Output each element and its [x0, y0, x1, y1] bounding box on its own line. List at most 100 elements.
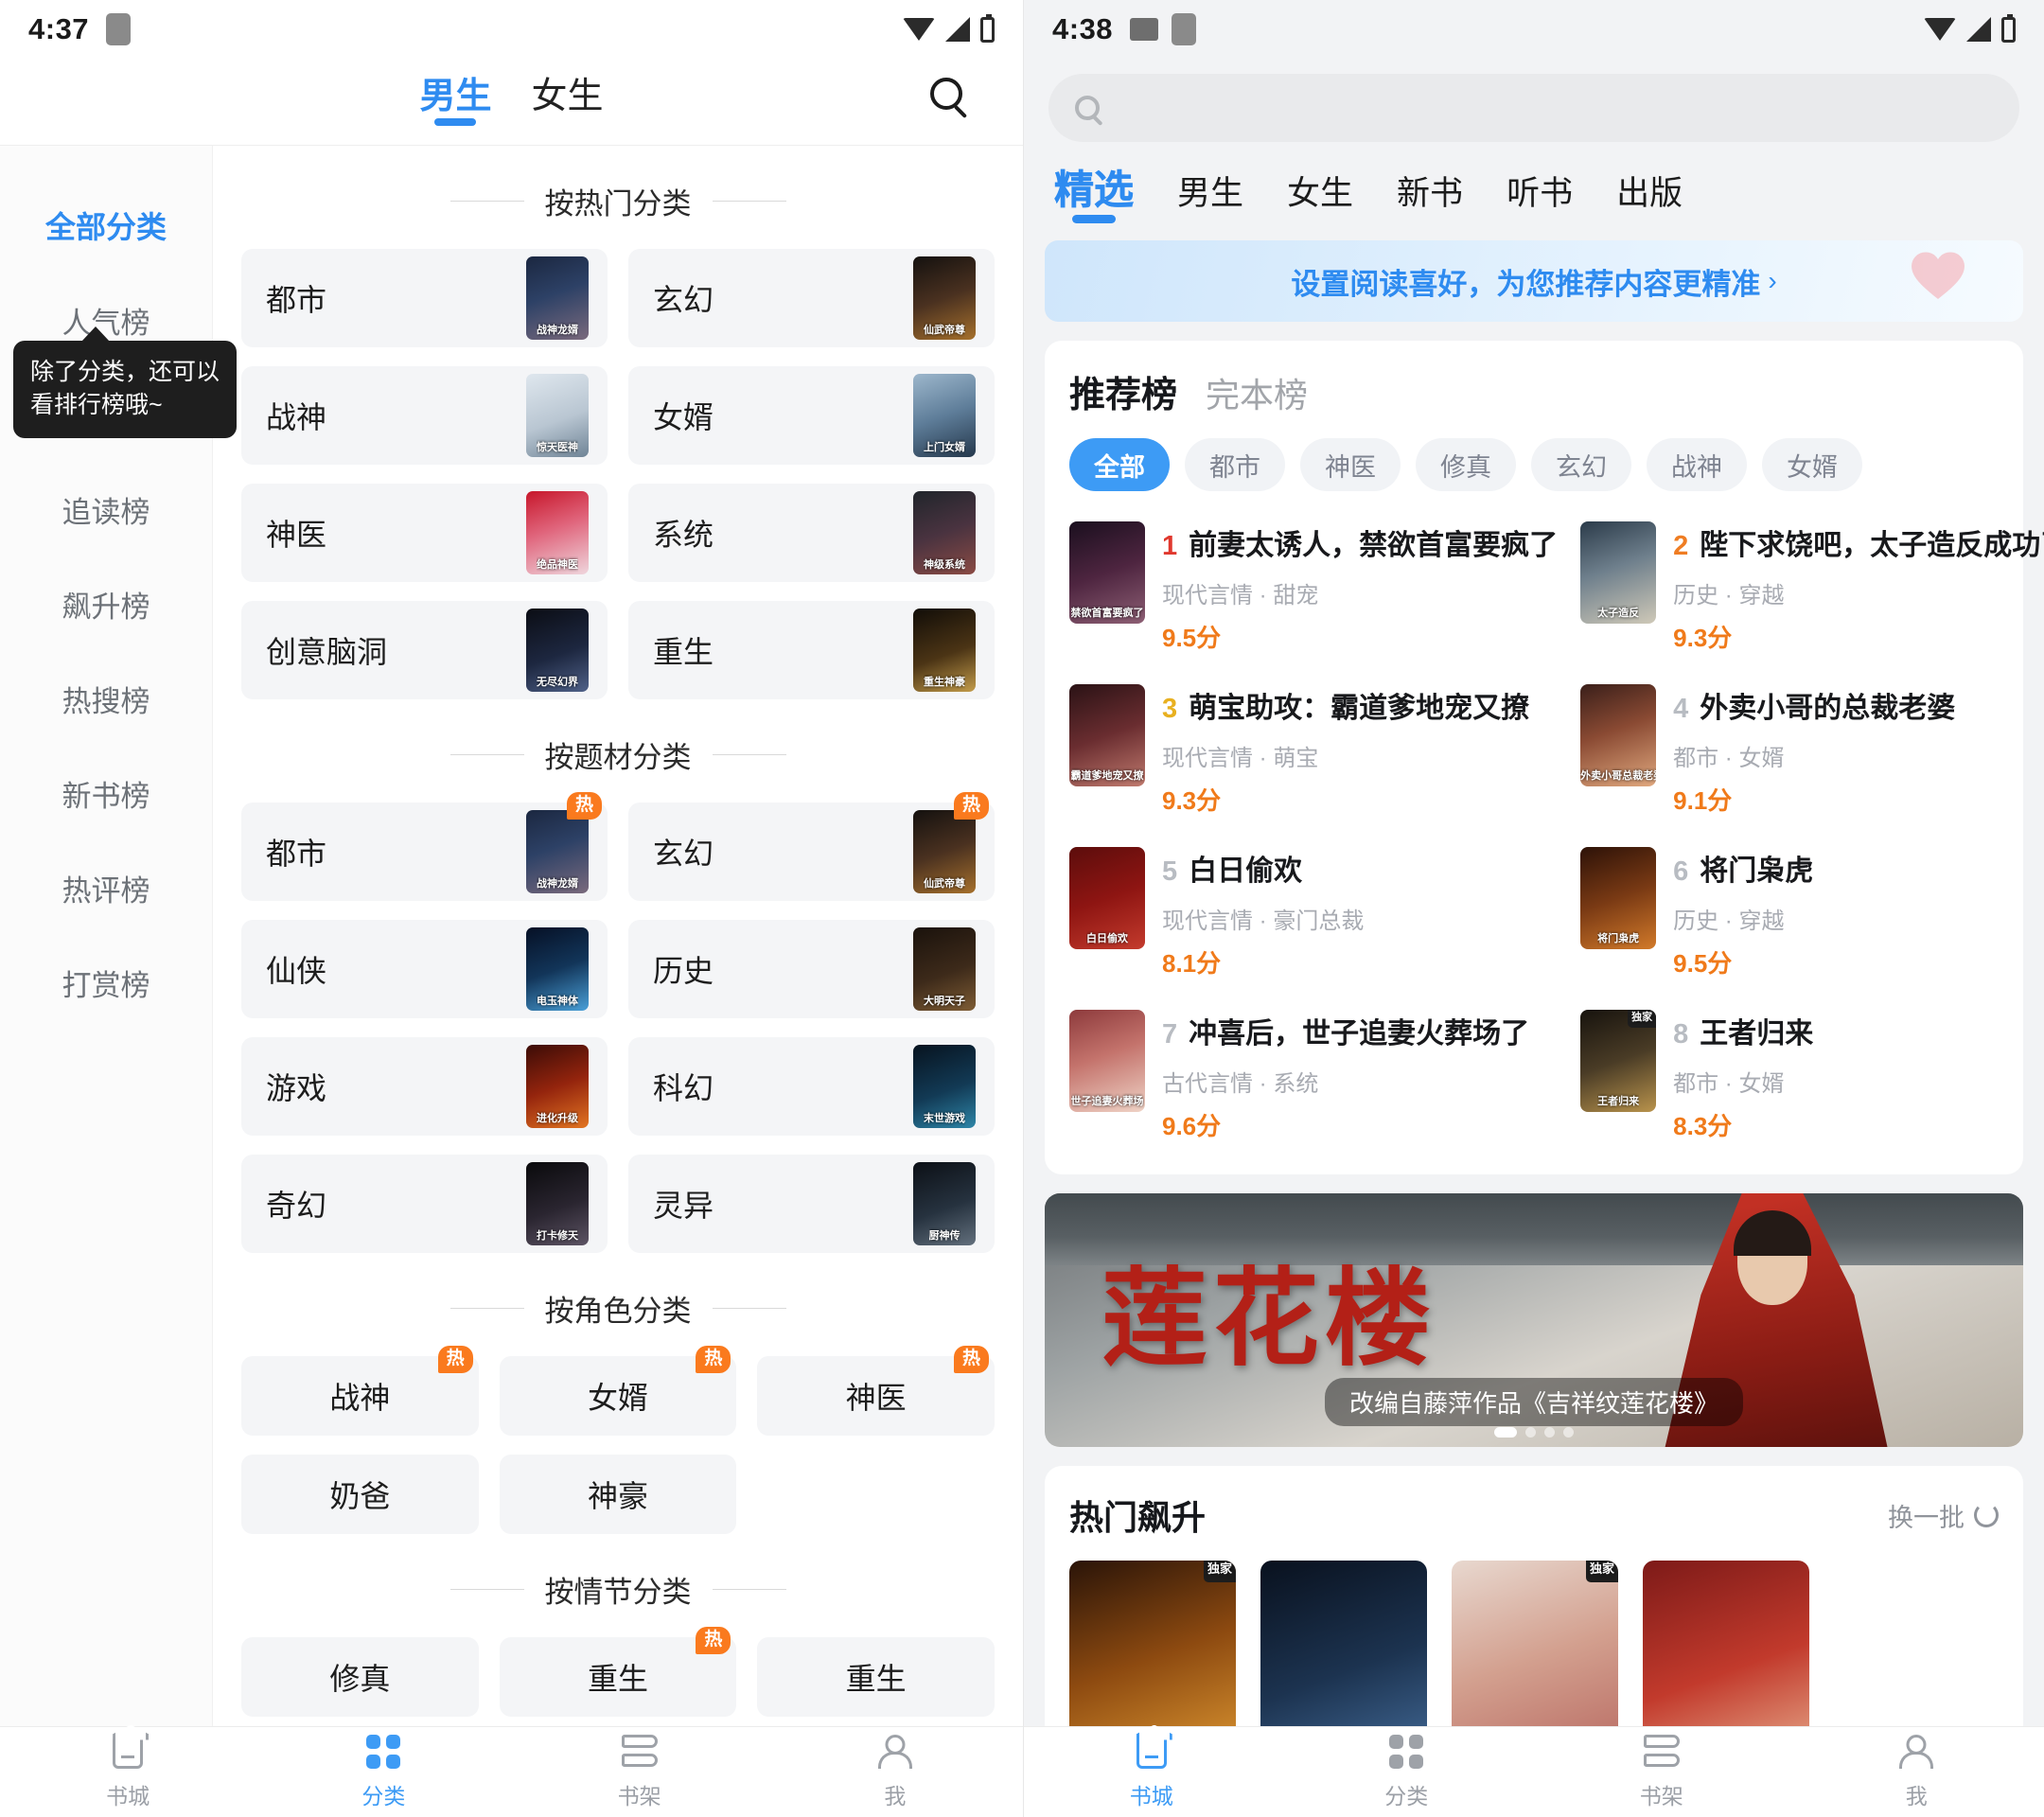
category-card[interactable]: 玄幻 仙武帝尊 热: [628, 792, 995, 901]
nav-item-me[interactable]: 我: [1789, 1727, 2044, 1817]
banner-text: 设置阅读喜好，为您推荐内容更精准: [1291, 267, 1761, 301]
category-card[interactable]: 女婿 上门女婿: [628, 366, 995, 465]
book-list-item[interactable]: 外卖小哥总裁老婆 4 外卖小哥的总裁老婆 都市 · 女婿 9.1分: [1580, 675, 2044, 828]
category-card[interactable]: 灵异 厨神传: [628, 1155, 995, 1253]
category-cover: 战神龙婿: [526, 256, 589, 340]
category-card[interactable]: 都市 战神龙婿: [241, 249, 608, 347]
carousel-dots[interactable]: [1494, 1427, 1574, 1438]
genre-tab-male[interactable]: 男生: [419, 79, 491, 126]
nav-item-bookshelf[interactable]: 书架: [512, 1727, 767, 1817]
nav-item-bookshelf[interactable]: 书架: [1534, 1727, 1789, 1817]
category-card[interactable]: 创意脑洞 无尽幻界: [241, 601, 608, 699]
sidebar-item-hot-comment-rank[interactable]: 热评榜: [0, 840, 212, 935]
book-list-item[interactable]: 白日偷欢 5 白日偷欢 现代言情 · 豪门总裁 8.1分: [1069, 838, 1558, 991]
book-list-item[interactable]: 独家 王者归来 8 王者归来 都市 · 女婿 8.3分: [1580, 1000, 2044, 1154]
category-card[interactable]: 战神 惊天医神: [241, 366, 608, 465]
sidebar-item-hot-search-rank[interactable]: 热搜榜: [0, 651, 212, 746]
carousel-dot[interactable]: [1525, 1427, 1536, 1438]
tab-new-books[interactable]: 新书: [1397, 177, 1463, 223]
search-button[interactable]: [930, 77, 979, 127]
hot-book-card[interactable]: 三国志: [1260, 1561, 1427, 1726]
category-cover: 惊天医神: [526, 374, 589, 457]
hot-book-card[interactable]: 独家 阵天纪: [1069, 1561, 1236, 1726]
sidebar-item-all-categories[interactable]: 全部分类: [0, 178, 212, 273]
hot-book-card[interactable]: 独家 弟弟被姐姐们宠了: [1452, 1561, 1618, 1726]
category-card[interactable]: 历史 大明天子: [628, 920, 995, 1018]
hot-book-card[interactable]: 重生都市: [1643, 1561, 1809, 1726]
sidebar-item-rising-rank[interactable]: 飙升榜: [0, 556, 212, 651]
divider-right: [712, 754, 786, 755]
book-meta: 现代言情 · 甜宠: [1162, 583, 1319, 609]
search-icon: [1075, 96, 1100, 120]
category-card[interactable]: 玄幻 仙武帝尊: [628, 249, 995, 347]
carousel-dot[interactable]: [1494, 1427, 1517, 1438]
filter-chip-urban[interactable]: 都市: [1185, 438, 1285, 491]
filter-chip-divine-doctor[interactable]: 神医: [1300, 438, 1401, 491]
refresh-button[interactable]: 换一批: [1888, 1497, 1999, 1534]
book-list-item[interactable]: 禁欲首富要疯了 1 前妻太诱人，禁欲首富要疯了 现代言情 · 甜宠 9.5分: [1069, 512, 1558, 665]
divider-left: [449, 754, 524, 755]
category-card[interactable]: 仙侠 电玉神体: [241, 920, 608, 1018]
carousel-dot[interactable]: [1544, 1427, 1555, 1438]
plot-chip[interactable]: 重生 热: [499, 1627, 737, 1717]
nav-item-bookstore[interactable]: 书城: [1024, 1727, 1279, 1817]
tab-female[interactable]: 女生: [1287, 177, 1353, 223]
tab-audiobooks[interactable]: 听书: [1507, 177, 1573, 223]
promo-banner[interactable]: 莲花楼 改编自藤萍作品《吉祥纹莲花楼》: [1045, 1193, 2023, 1447]
sidebar-item-reward-rank[interactable]: 打赏榜: [0, 935, 212, 1030]
heart-icon: [1912, 252, 1965, 299]
category-card[interactable]: 科幻 末世游戏: [628, 1037, 995, 1136]
book-list-item[interactable]: 世子追妻火葬场 7 冲喜后，世子追妻火葬场了 古代言情 · 系统 9.6分: [1069, 1000, 1558, 1154]
hot-badge: 热: [696, 1627, 731, 1654]
sidebar-item-follow-read-rank[interactable]: 追读榜: [0, 462, 212, 556]
sidebar-item-new-book-rank[interactable]: 新书榜: [0, 746, 212, 840]
notification-icon: [1172, 13, 1197, 45]
status-time: 4:37: [28, 12, 90, 45]
genre-tab-female[interactable]: 女生: [532, 79, 604, 126]
category-card[interactable]: 奇幻 打卡修天: [241, 1155, 608, 1253]
cover-label: 惊天医神: [537, 442, 578, 453]
category-card[interactable]: 都市 战神龙婿 热: [241, 792, 608, 901]
nav-item-me[interactable]: 我: [767, 1727, 1023, 1817]
filter-chip-all[interactable]: 全部: [1069, 438, 1170, 491]
filter-chip-cultivation[interactable]: 修真: [1416, 438, 1516, 491]
tab-male[interactable]: 男生: [1177, 177, 1243, 223]
plot-chip-grid: 修真 重生 热 重生: [241, 1627, 995, 1717]
tab-featured[interactable]: 精选: [1054, 169, 1135, 223]
nav-item-bookstore[interactable]: 书城: [0, 1727, 256, 1817]
filter-chip-son-in-law[interactable]: 女婿: [1762, 438, 1862, 491]
category-card[interactable]: 神医 绝品神医: [241, 484, 608, 582]
category-card[interactable]: 重生 重生神豪: [628, 601, 995, 699]
role-chip[interactable]: 奶爸: [241, 1455, 479, 1534]
screenshot-icon: [1130, 18, 1159, 41]
carousel-dot[interactable]: [1563, 1427, 1574, 1438]
plot-chip[interactable]: 重生: [757, 1637, 995, 1717]
category-card[interactable]: 系统 神级系统: [628, 484, 995, 582]
role-chip[interactable]: 神医 热: [757, 1346, 995, 1436]
category-name: 都市: [266, 837, 327, 871]
book-list-item[interactable]: 太子造反 2 陛下求饶吧，太子造反成功了 历史 · 穿越 9.3分: [1580, 512, 2044, 665]
left-status-bar: 4:37: [0, 0, 1023, 59]
category-card[interactable]: 游戏 进化升级: [241, 1037, 608, 1136]
filter-chip-fantasy[interactable]: 玄幻: [1531, 438, 1631, 491]
category-cover: 战神龙婿: [526, 810, 589, 893]
reading-preference-banner[interactable]: 设置阅读喜好，为您推荐内容更精准 ›: [1045, 240, 2023, 322]
chevron-right-icon: ›: [1768, 266, 1777, 295]
book-list-item[interactable]: 将门枭虎 6 将门枭虎 历史 · 穿越 9.5分: [1580, 838, 2044, 991]
tab-recommend-rank[interactable]: 推荐榜: [1069, 365, 1177, 417]
book-list-item[interactable]: 霸道爹地宠又撩 3 萌宝助攻：霸道爹地宠又撩 现代言情 · 萌宝 9.3分: [1069, 675, 1558, 828]
role-chip[interactable]: 战神 热: [241, 1346, 479, 1436]
nav-item-category[interactable]: 分类: [256, 1727, 511, 1817]
tooltip-line-1: 除了分类，还可以: [30, 359, 220, 385]
plot-chip[interactable]: 修真: [241, 1637, 479, 1717]
tab-completed-rank[interactable]: 完本榜: [1206, 368, 1308, 417]
role-chip[interactable]: 女婿 热: [499, 1346, 737, 1436]
search-input[interactable]: [1048, 74, 2019, 142]
chip-label: 奶爸: [329, 1479, 391, 1513]
tab-published[interactable]: 出版: [1616, 177, 1683, 223]
hot-badge: 热: [696, 1346, 731, 1373]
role-chip[interactable]: 神豪: [499, 1455, 737, 1534]
nav-item-category[interactable]: 分类: [1279, 1727, 1535, 1817]
left-phone-screen: 4:37 男生 女生 全部分类 人气榜 疯读榜: [0, 0, 1024, 1817]
filter-chip-war-god[interactable]: 战神: [1647, 438, 1747, 491]
